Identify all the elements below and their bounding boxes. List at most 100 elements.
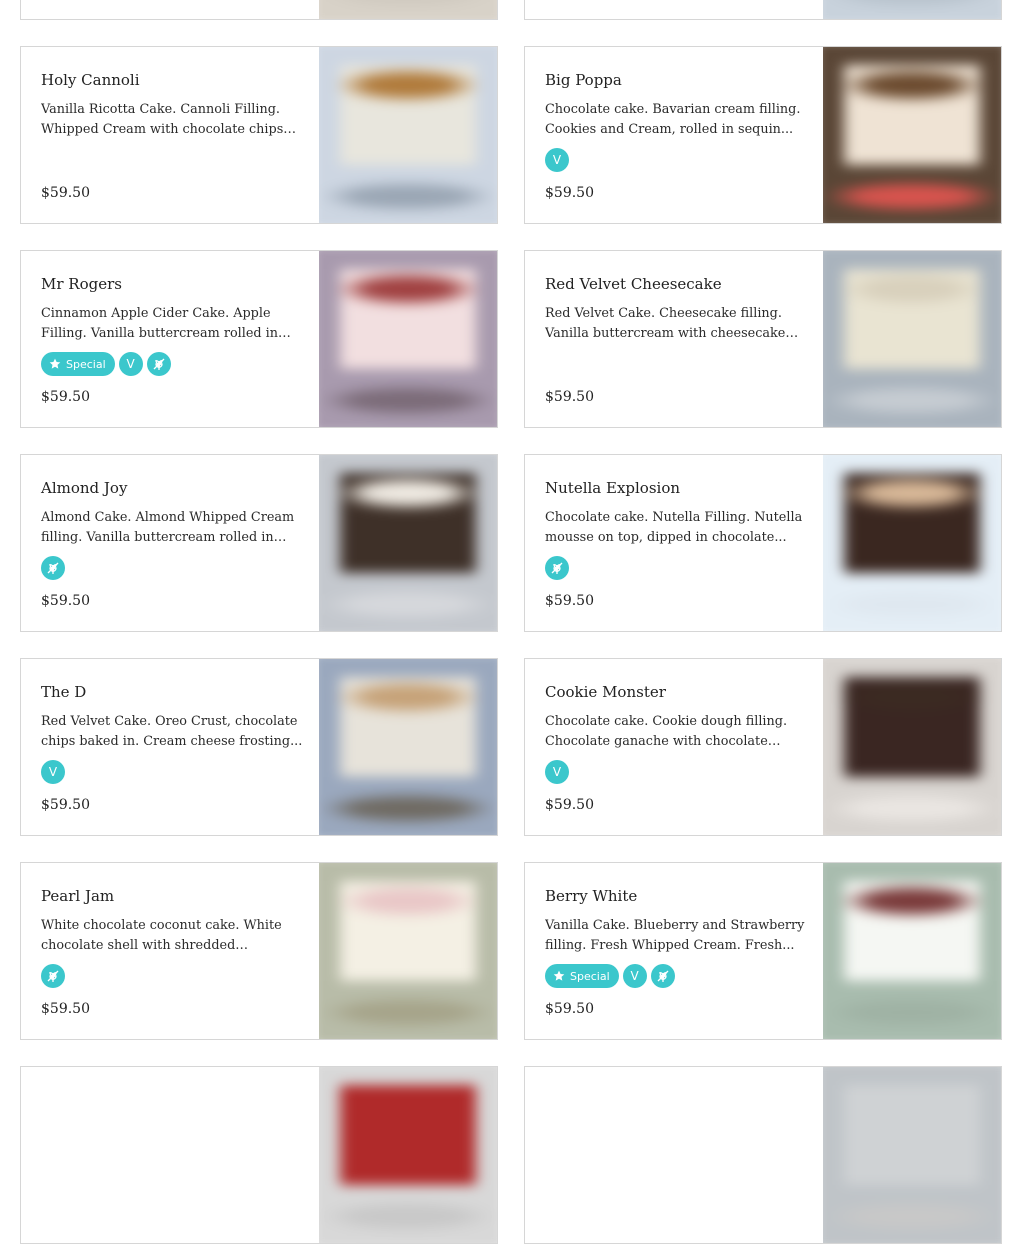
cake-photo[interactable] bbox=[319, 47, 497, 223]
dietary-badges bbox=[545, 556, 569, 580]
dietary-badges: V bbox=[545, 760, 569, 784]
cake-image bbox=[823, 863, 1001, 1039]
menu-item-card[interactable]: $59.50 bbox=[524, 0, 1002, 20]
gluten-free-icon bbox=[41, 964, 65, 988]
menu-item-info: Cookie Monster Chocolate cake. Cookie dou… bbox=[545, 659, 815, 835]
dietary-badges bbox=[41, 964, 65, 988]
menu-item-price: $59.50 bbox=[545, 185, 594, 201]
menu-item-name: The D bbox=[41, 683, 87, 701]
cake-image bbox=[319, 659, 497, 835]
menu-item-info: Holy Cannoli Vanilla Ricotta Cake. Cannol… bbox=[41, 47, 311, 223]
vegetarian-badge: V bbox=[118, 352, 143, 376]
menu-item-card[interactable]: Nutella Explosion Chocolate cake. Nutella… bbox=[524, 454, 1002, 632]
cake-image bbox=[319, 251, 497, 427]
menu-item-price: $59.50 bbox=[545, 593, 594, 609]
menu-item-info: Nutella Explosion Chocolate cake. Nutella… bbox=[545, 455, 815, 631]
menu-item-description: Chocolate cake. Cookie dough filling. Ch… bbox=[545, 714, 788, 749]
cake-image bbox=[823, 455, 1001, 631]
menu-item-price: $59.50 bbox=[545, 1001, 594, 1017]
menu-item-description: White chocolate coconut cake. White choc… bbox=[41, 918, 282, 953]
cake-photo[interactable] bbox=[319, 863, 497, 1039]
cake-photo[interactable] bbox=[823, 1067, 1001, 1243]
menu-item-card[interactable] bbox=[20, 1066, 498, 1244]
cake-image bbox=[823, 0, 1001, 19]
menu-item-description: Red Velvet Cake. Cheesecake filling. Van… bbox=[545, 306, 786, 341]
dietary-badges bbox=[41, 556, 65, 580]
cake-photo[interactable] bbox=[319, 455, 497, 631]
special-badge: Special bbox=[41, 352, 115, 376]
cake-photo[interactable] bbox=[823, 455, 1001, 631]
menu-item-card[interactable]: Big Poppa Chocolate cake. Bavarian cream … bbox=[524, 46, 1002, 224]
menu-item-description: Chocolate cake. Bavarian cream filling. … bbox=[545, 102, 801, 137]
cake-image bbox=[823, 1067, 1001, 1243]
cake-image bbox=[319, 0, 497, 19]
menu-item-name: Berry White bbox=[545, 887, 638, 905]
menu-item-card[interactable]: Holy Cannoli Vanilla Ricotta Cake. Cannol… bbox=[20, 46, 498, 224]
menu-item-price: $59.50 bbox=[41, 185, 90, 201]
cake-image bbox=[319, 455, 497, 631]
menu-item-price: $59.50 bbox=[41, 1001, 90, 1017]
menu-item-info bbox=[41, 1067, 311, 1243]
star-icon bbox=[49, 358, 61, 370]
menu-item-price: $59.50 bbox=[41, 389, 90, 405]
special-badge: Special bbox=[545, 964, 619, 988]
cake-photo[interactable] bbox=[319, 1067, 497, 1243]
gluten-free-icon bbox=[650, 964, 675, 988]
menu-item-info: Big Poppa Chocolate cake. Bavarian cream … bbox=[545, 47, 815, 223]
special-label: Special bbox=[570, 969, 610, 983]
menu-item-name: Holy Cannoli bbox=[41, 71, 140, 89]
cake-photo[interactable] bbox=[319, 0, 497, 19]
menu-item-card[interactable]: Pearl Jam White chocolate coconut cake. W… bbox=[20, 862, 498, 1040]
menu-item-info: Mr Rogers Cinnamon Apple Cider Cake. Appl… bbox=[41, 251, 311, 427]
menu-item-price: $59.50 bbox=[545, 389, 594, 405]
menu-item-card[interactable]: Berry White Vanilla Cake. Blueberry and S… bbox=[524, 862, 1002, 1040]
cake-image bbox=[823, 47, 1001, 223]
cake-photo[interactable] bbox=[823, 0, 1001, 19]
menu-item-description: Chocolate cake. Nutella Filling. Nutella… bbox=[545, 510, 803, 545]
menu-item-name: Pearl Jam bbox=[41, 887, 115, 905]
cake-image bbox=[319, 47, 497, 223]
special-label: Special bbox=[66, 357, 106, 371]
dietary-badges: Special V bbox=[545, 964, 675, 988]
dietary-badges: V bbox=[545, 148, 569, 172]
cake-image bbox=[823, 251, 1001, 427]
vegetarian-badge: V bbox=[545, 760, 569, 784]
menu-item-description: Vanilla Cake. Blueberry and Strawberry f… bbox=[545, 918, 805, 953]
menu-item-card[interactable]: Almond Joy Almond Cake. Almond Whipped Cr… bbox=[20, 454, 498, 632]
menu-item-description: Red Velvet Cake. Oreo Crust, chocolate c… bbox=[41, 714, 303, 749]
vegetarian-badge: V bbox=[622, 964, 647, 988]
cake-photo[interactable] bbox=[823, 863, 1001, 1039]
cake-photo[interactable] bbox=[823, 47, 1001, 223]
vegetarian-badge: V bbox=[545, 148, 569, 172]
cake-image bbox=[319, 1067, 497, 1243]
cake-photo[interactable] bbox=[319, 251, 497, 427]
menu-item-description: Cinnamon Apple Cider Cake. Apple Filling… bbox=[41, 306, 279, 341]
menu-item-info bbox=[545, 1067, 815, 1243]
menu-item-card[interactable] bbox=[524, 1066, 1002, 1244]
cake-photo[interactable] bbox=[823, 659, 1001, 835]
menu-item-card[interactable]: $59.50 bbox=[20, 0, 498, 20]
menu-item-description: Almond Cake. Almond Whipped Cream fillin… bbox=[41, 510, 295, 545]
menu-item-description: Vanilla Ricotta Cake. Cannoli Filling. W… bbox=[41, 102, 284, 137]
vegetarian-badge: V bbox=[41, 760, 65, 784]
menu-item-name: Big Poppa bbox=[545, 71, 622, 89]
menu-item-card[interactable]: Cookie Monster Chocolate cake. Cookie dou… bbox=[524, 658, 1002, 836]
menu-item-card[interactable]: The D Red Velvet Cake. Oreo Crust, chocol… bbox=[20, 658, 498, 836]
menu-item-name: Mr Rogers bbox=[41, 275, 122, 293]
cake-photo[interactable] bbox=[319, 659, 497, 835]
menu-item-info: The D Red Velvet Cake. Oreo Crust, chocol… bbox=[41, 659, 311, 835]
cake-photo[interactable] bbox=[823, 251, 1001, 427]
menu-item-name: Almond Joy bbox=[41, 479, 128, 497]
menu-item-price: $59.50 bbox=[41, 797, 90, 813]
dietary-badges: V bbox=[41, 760, 65, 784]
menu-item-name: Cookie Monster bbox=[545, 683, 666, 701]
menu-item-card[interactable]: Mr Rogers Cinnamon Apple Cider Cake. Appl… bbox=[20, 250, 498, 428]
cake-image bbox=[319, 863, 497, 1039]
cake-image bbox=[823, 659, 1001, 835]
menu-item-card[interactable]: Red Velvet Cheesecake Red Velvet Cake. Ch… bbox=[524, 250, 1002, 428]
gluten-free-icon bbox=[545, 556, 569, 580]
gluten-free-icon bbox=[146, 352, 171, 376]
menu-item-info: Pearl Jam White chocolate coconut cake. W… bbox=[41, 863, 311, 1039]
menu-item-name: Nutella Explosion bbox=[545, 479, 681, 497]
menu-item-name: Red Velvet Cheesecake bbox=[545, 275, 722, 293]
